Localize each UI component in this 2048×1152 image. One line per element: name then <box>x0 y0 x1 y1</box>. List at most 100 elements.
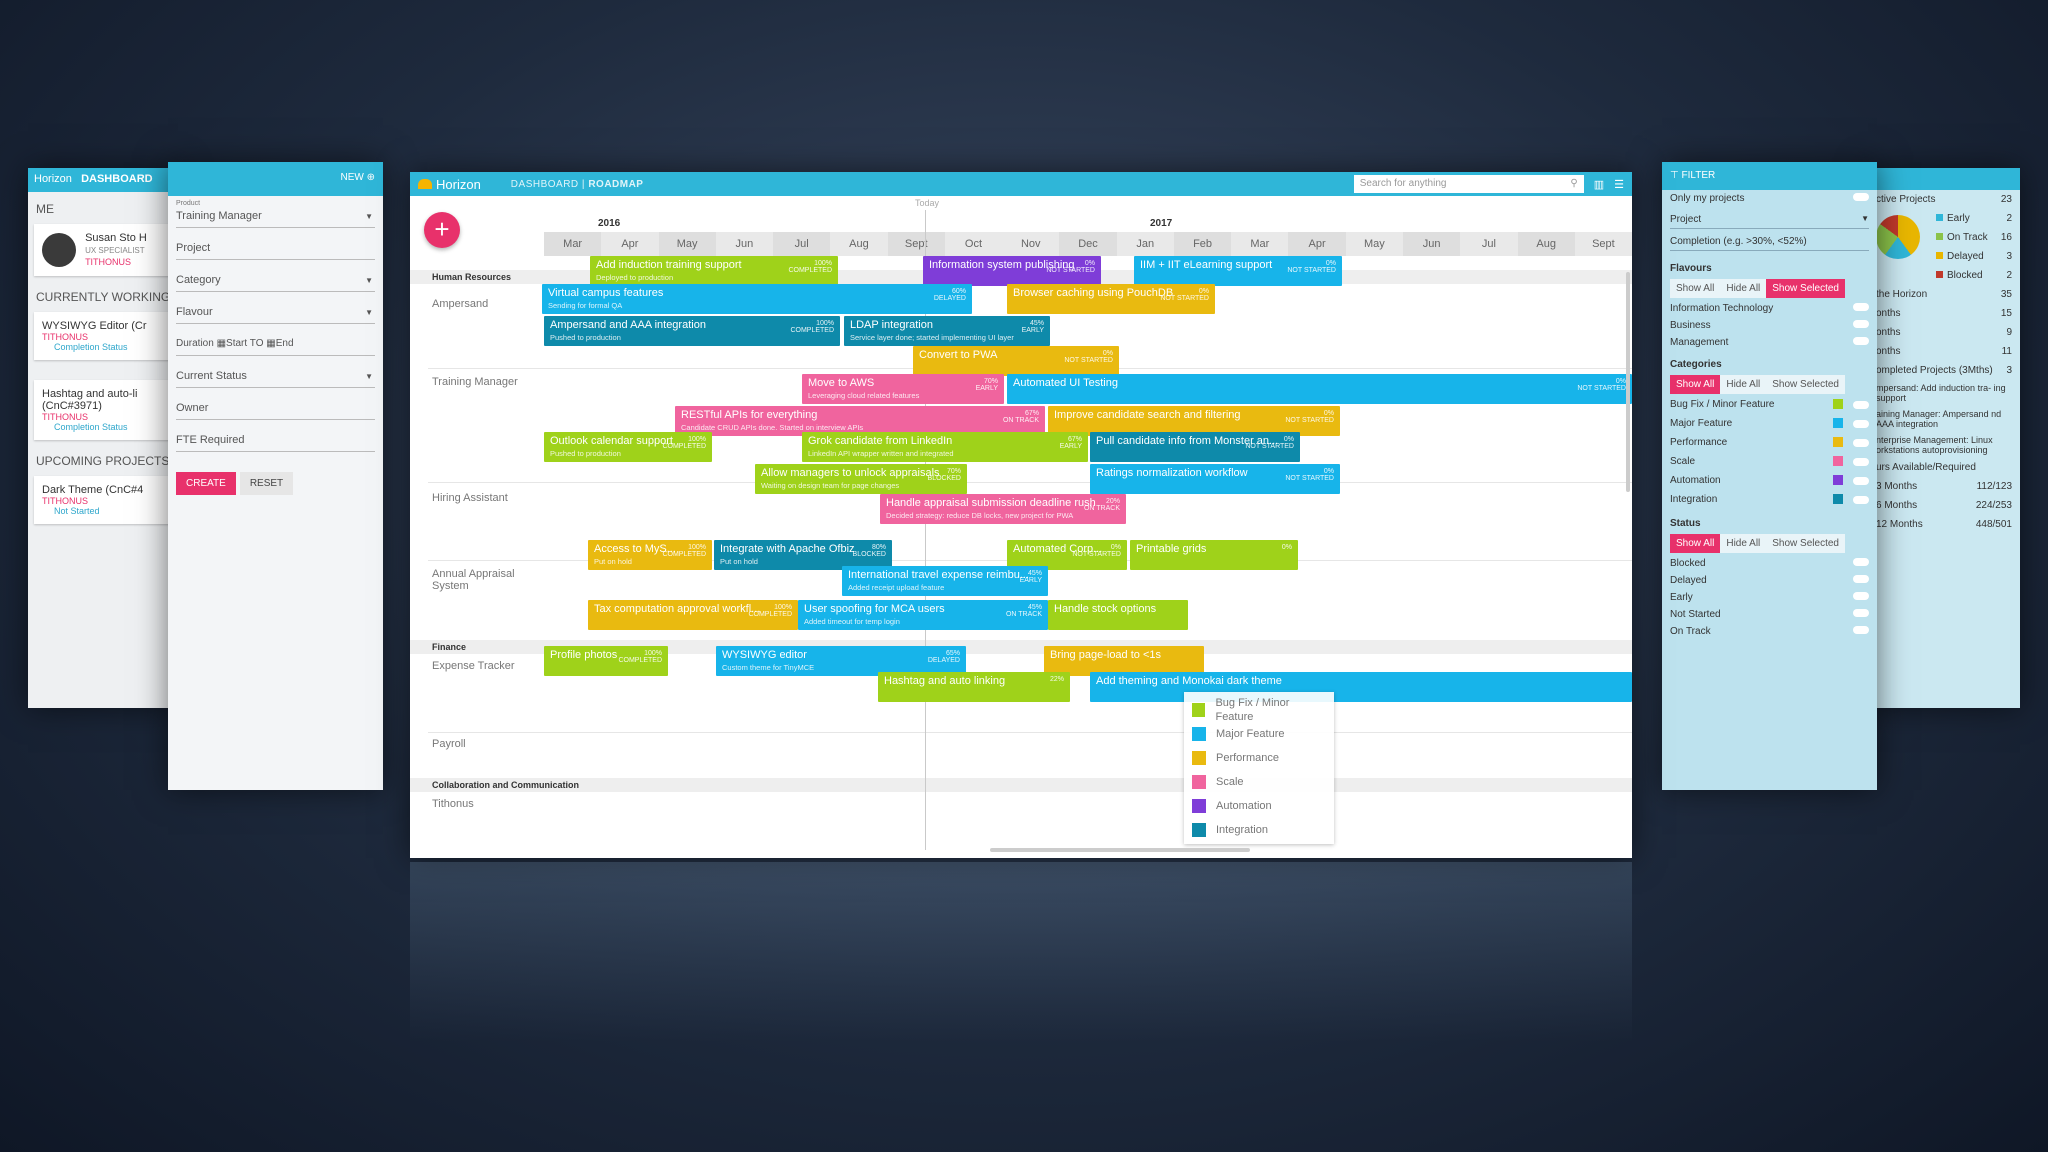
roadmap-bar[interactable]: Handle appraisal submission deadline rus… <box>880 494 1126 524</box>
search-icon[interactable]: ⚲ <box>1570 178 1577 190</box>
filter-item[interactable]: On Track <box>1662 623 1877 640</box>
flavour-select[interactable]: Flavour ▼ <box>176 298 375 324</box>
project-field[interactable]: Project <box>176 234 375 260</box>
roadmap-bar[interactable]: Virtual campus features Sending for forma… <box>542 284 972 314</box>
horizon-logo[interactable]: Horizon <box>418 177 481 192</box>
work-card[interactable]: Hashtag and auto-li (CnC#3971) TITHONUS … <box>34 380 172 440</box>
show-all-button[interactable]: Show All <box>1670 279 1721 298</box>
breadcrumb-dashboard[interactable]: DASHBOARD | <box>511 179 585 190</box>
project-filter-select[interactable]: Project ▼ <box>1670 211 1869 229</box>
toggle-switch[interactable] <box>1853 420 1869 428</box>
only-my-projects-toggle[interactable]: Only my projects <box>1662 190 1877 207</box>
tab-dashboard[interactable]: DASHBOARD <box>81 173 153 185</box>
filter-item[interactable]: Performance <box>1662 434 1877 453</box>
duration-field[interactable]: Duration ▦Start TO ▦End <box>176 330 375 356</box>
toggle-switch[interactable] <box>1853 609 1869 617</box>
toggle-switch[interactable] <box>1853 592 1869 600</box>
search-input[interactable]: Search for anything ⚲ <box>1353 175 1584 193</box>
completed-item[interactable]: aining Manager: Ampersand nd AAA integra… <box>1868 406 2020 432</box>
work-card[interactable]: WYSIWYG Editor (Cr TITHONUS Completion S… <box>34 312 172 360</box>
breadcrumb-roadmap[interactable]: ROADMAP <box>588 179 643 190</box>
roadmap-bar[interactable]: Tax computation approval workfl... 100% CO… <box>588 600 798 630</box>
filter-item[interactable]: Automation <box>1662 472 1877 491</box>
roadmap-bar[interactable]: Add induction training support Deployed t… <box>590 256 838 286</box>
roadmap-bar[interactable]: International travel expense reimbu... Ad… <box>842 566 1048 596</box>
roadmap-bar[interactable]: Browser caching using PouchDB 0% NOT START… <box>1007 284 1215 314</box>
category-select[interactable]: Category ▼ <box>176 266 375 292</box>
chevron-down-icon: ▼ <box>365 372 373 381</box>
filter-item[interactable]: Information Technology <box>1662 300 1877 317</box>
vertical-scrollbar[interactable] <box>1626 272 1630 492</box>
roadmap-bar[interactable]: Grok candidate from LinkedIn LinkedIn API… <box>802 432 1088 462</box>
toggle-switch[interactable] <box>1853 626 1869 634</box>
toggle-switch[interactable] <box>1853 477 1869 485</box>
filter-item[interactable]: Early <box>1662 589 1877 606</box>
show-selected-button[interactable]: Show Selected <box>1766 534 1845 553</box>
filter-item[interactable]: Scale <box>1662 453 1877 472</box>
roadmap-bar[interactable]: Access to MyS... Put on hold 100% COMPLETED <box>588 540 712 570</box>
start-date-input[interactable]: Start <box>226 338 247 349</box>
user-card[interactable]: Susan Sto H UX SPECIALIST TITHONUS <box>34 224 172 276</box>
year-label-2016: 2016 <box>598 218 621 229</box>
product-select[interactable]: Product Training Manager ▼ <box>176 200 375 228</box>
upcoming-card[interactable]: Dark Theme (CnC#4 TITHONUS Not Started <box>34 476 172 524</box>
roadmap-bar[interactable]: LDAP integration Service layer done; star… <box>844 316 1050 346</box>
toggle-switch[interactable] <box>1853 458 1869 466</box>
toggle-switch[interactable] <box>1853 320 1869 328</box>
roadmap-bar[interactable]: Ratings normalization workflow 0% NOT STAR… <box>1090 464 1340 494</box>
toggle-switch[interactable] <box>1853 337 1869 345</box>
create-button[interactable]: CREATE <box>176 472 236 495</box>
filter-item[interactable]: Delayed <box>1662 572 1877 589</box>
toggle-switch[interactable] <box>1853 575 1869 583</box>
toggle-switch[interactable] <box>1853 303 1869 311</box>
filter-item[interactable]: Not Started <box>1662 606 1877 623</box>
hide-all-button[interactable]: Hide All <box>1720 375 1767 394</box>
roadmap-bar[interactable]: Allow managers to unlock appraisals Waiti… <box>755 464 967 494</box>
horizontal-scrollbar[interactable] <box>990 848 1250 852</box>
filter-item[interactable]: Integration <box>1662 491 1877 510</box>
reset-button[interactable]: RESET <box>239 472 294 495</box>
roadmap-bar[interactable]: Outlook calendar support Pushed to produc… <box>544 432 712 462</box>
roadmap-bar[interactable]: Hashtag and auto linking 22% <box>878 672 1070 702</box>
chart-icon[interactable]: ▥ <box>1594 178 1604 191</box>
hide-all-button[interactable]: Hide All <box>1720 279 1767 298</box>
toggle-switch[interactable] <box>1853 496 1869 504</box>
roadmap-bar[interactable]: Move to AWS Leveraging cloud related feat… <box>802 374 1004 404</box>
completed-item[interactable]: mpersand: Add induction tra- ing support <box>1868 380 2020 406</box>
filter-item[interactable]: Bug Fix / Minor Feature <box>1662 396 1877 415</box>
owner-field[interactable]: Owner <box>176 394 375 420</box>
toggle-switch[interactable] <box>1853 193 1869 201</box>
roadmap-bar[interactable]: Add theming and Monokai dark theme <box>1090 672 1632 702</box>
roadmap-bar[interactable]: Profile photos 100% COMPLETED <box>544 646 668 676</box>
fte-field[interactable]: FTE Required <box>176 426 375 452</box>
add-project-button[interactable]: + <box>424 212 460 248</box>
filter-item[interactable]: Management <box>1662 334 1877 351</box>
roadmap-bar[interactable]: User spoofing for MCA users Added timeout… <box>798 600 1048 630</box>
toggle-switch[interactable] <box>1853 439 1869 447</box>
end-date-input[interactable]: End <box>276 338 294 349</box>
filter-item[interactable]: Blocked <box>1662 555 1877 572</box>
roadmap-bar[interactable]: Automated UI Testing 0% NOT STARTED <box>1007 374 1632 404</box>
completion-filter-input[interactable]: Completion (e.g. >30%, <52%) <box>1670 233 1869 251</box>
hide-all-button[interactable]: Hide All <box>1720 534 1767 553</box>
roadmap-bar[interactable]: Printable grids 0% <box>1130 540 1298 570</box>
toggle-switch[interactable] <box>1853 401 1869 409</box>
toggle-switch[interactable] <box>1853 558 1869 566</box>
completed-item[interactable]: nterprise Management: Linux orkstations … <box>1868 432 2020 458</box>
roadmap-bar[interactable]: Convert to PWA 0% NOT STARTED <box>913 346 1119 376</box>
show-selected-button[interactable]: Show Selected <box>1766 279 1845 298</box>
roadmap-bar[interactable]: Ampersand and AAA integration Pushed to p… <box>544 316 840 346</box>
status-select[interactable]: Current Status ▼ <box>176 362 375 388</box>
show-all-button[interactable]: Show All <box>1670 375 1721 394</box>
show-selected-button[interactable]: Show Selected <box>1766 375 1845 394</box>
show-all-button[interactable]: Show All <box>1670 534 1721 553</box>
filter-item[interactable]: Major Feature <box>1662 415 1877 434</box>
chevron-down-icon: ▼ <box>1861 214 1869 223</box>
roadmap-bar[interactable]: Information system publishing 0% NOT START… <box>923 256 1101 286</box>
add-icon[interactable]: ⊕ <box>367 172 375 183</box>
roadmap-bar[interactable]: Handle stock options <box>1048 600 1188 630</box>
menu-icon[interactable]: ☰ <box>1614 178 1624 191</box>
filter-item[interactable]: Business <box>1662 317 1877 334</box>
roadmap-bar[interactable]: IIM + IIT eLearning support 0% NOT STARTED <box>1134 256 1342 286</box>
roadmap-bar[interactable]: Pull candidate info from Monster an... 0%… <box>1090 432 1300 462</box>
